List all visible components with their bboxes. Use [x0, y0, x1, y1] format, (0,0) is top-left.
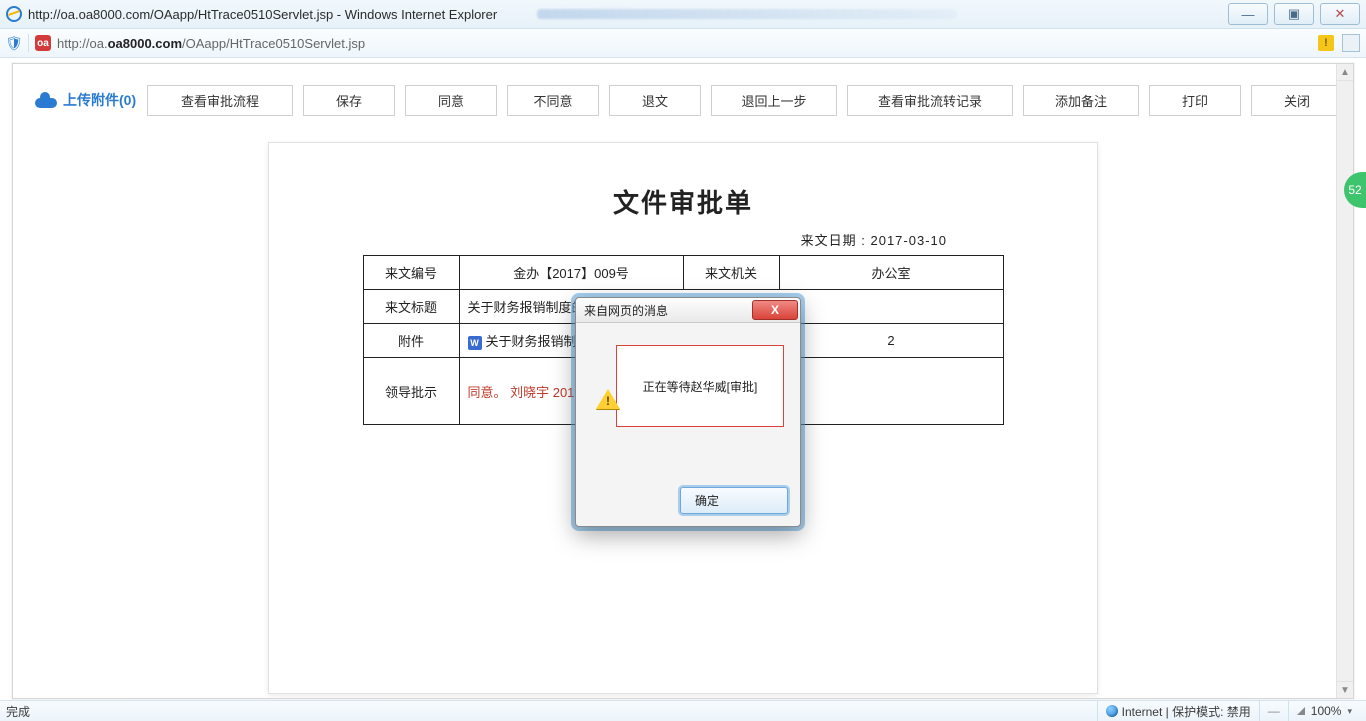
upload-label: 上传附件(0): [63, 90, 136, 110]
close-button[interactable]: 关闭: [1251, 85, 1343, 116]
disagree-button[interactable]: 不同意: [507, 85, 599, 116]
chevron-down-icon: ▾: [1347, 706, 1352, 717]
table-row: 来文编号 金办【2017】009号 来文机关 办公室: [363, 256, 1003, 290]
globe-icon: [1106, 705, 1118, 717]
label-doc-number: 来文编号: [363, 256, 459, 290]
address-bar: 🛡 oa http://oa.oa8000.com/OAapp/HtTrace0…: [0, 29, 1366, 58]
word-doc-icon: [468, 336, 482, 350]
alert-dialog: 来自网页的消息 X 正在等待赵华威[审批] 确定: [575, 297, 801, 527]
url-host: oa8000.com: [108, 36, 182, 51]
url-prefix: http://oa.: [57, 36, 108, 51]
dialog-ok-button[interactable]: 确定: [680, 487, 788, 514]
label-doc-title: 来文标题: [363, 290, 459, 324]
step-back-button[interactable]: 退回上一步: [711, 85, 837, 116]
warning-icon: [596, 389, 620, 409]
return-doc-button[interactable]: 退文: [609, 85, 701, 116]
zoom-text: 100%: [1311, 704, 1342, 718]
comment-text: 同意。 刘晓宇 2017: [468, 385, 582, 400]
attachment-name: 关于财务报销制度: [486, 334, 590, 349]
received-date: 来文日期 : 2017-03-10: [309, 230, 1057, 249]
dialog-titlebar[interactable]: 来自网页的消息 X: [576, 298, 800, 323]
window-title: http://oa.oa8000.com/OAapp/HtTrace0510Se…: [28, 7, 497, 22]
status-zone[interactable]: Internet | 保护模式: 禁用: [1097, 701, 1259, 721]
compat-view-icon[interactable]: [1342, 34, 1360, 52]
scroll-down-icon[interactable]: ▼: [1337, 681, 1353, 698]
dialog-close-button[interactable]: X: [752, 300, 798, 320]
window-close-button[interactable]: ✕: [1320, 3, 1360, 25]
label-attachment: 附件: [363, 324, 459, 358]
url-suffix: /OAapp/HtTrace0510Servlet.jsp: [182, 36, 365, 51]
add-note-button[interactable]: 添加备注: [1023, 85, 1139, 116]
window-minimize-button[interactable]: —: [1228, 3, 1268, 25]
upload-attachment-button[interactable]: 上传附件(0): [35, 90, 136, 110]
label-from-org: 来文机关: [683, 256, 779, 290]
dialog-title: 来自网页的消息: [584, 302, 668, 319]
ie-icon: [6, 6, 22, 22]
value-attachment-count: 2: [779, 324, 1003, 358]
value-doc-number: 金办【2017】009号: [459, 256, 683, 290]
site-favicon-icon: oa: [35, 35, 51, 51]
divider: [28, 34, 29, 52]
print-button[interactable]: 打印: [1149, 85, 1241, 116]
scroll-up-icon[interactable]: ▲: [1337, 64, 1353, 81]
security-warning-icon[interactable]: !: [1318, 35, 1334, 51]
vertical-scrollbar[interactable]: ▲ ▼: [1336, 64, 1353, 698]
window-restore-button[interactable]: ▣: [1274, 3, 1314, 25]
value-from-org: 办公室: [779, 256, 1003, 290]
agree-button[interactable]: 同意: [405, 85, 497, 116]
label-leader-comment: 领导批示: [363, 358, 459, 425]
view-flow-button[interactable]: 查看审批流程: [147, 85, 293, 116]
save-button[interactable]: 保存: [303, 85, 395, 116]
action-toolbar: 上传附件(0) 查看审批流程 保存 同意 不同意 退文 退回上一步 查看审批流转…: [13, 64, 1353, 124]
cloud-upload-icon: [35, 92, 57, 108]
dialog-message: 正在等待赵华威[审批]: [616, 345, 784, 427]
status-text: 完成: [6, 703, 30, 720]
status-progress: —: [1259, 701, 1288, 721]
address-url[interactable]: http://oa.oa8000.com/OAapp/HtTrace0510Se…: [57, 36, 1312, 51]
document-title: 文件审批单: [309, 183, 1057, 220]
title-blur: [537, 9, 957, 19]
view-log-button[interactable]: 查看审批流转记录: [847, 85, 1013, 116]
dash-icon: —: [1268, 704, 1280, 718]
zoom-icon: [1297, 707, 1305, 715]
status-zoom[interactable]: 100% ▾: [1288, 701, 1360, 721]
window-titlebar: http://oa.oa8000.com/OAapp/HtTrace0510Se…: [0, 0, 1366, 29]
zone-text: Internet | 保护模式: 禁用: [1122, 703, 1251, 720]
status-bar: 完成 Internet | 保护模式: 禁用 — 100% ▾: [0, 700, 1366, 721]
security-shield-icon[interactable]: 🛡: [6, 35, 22, 51]
